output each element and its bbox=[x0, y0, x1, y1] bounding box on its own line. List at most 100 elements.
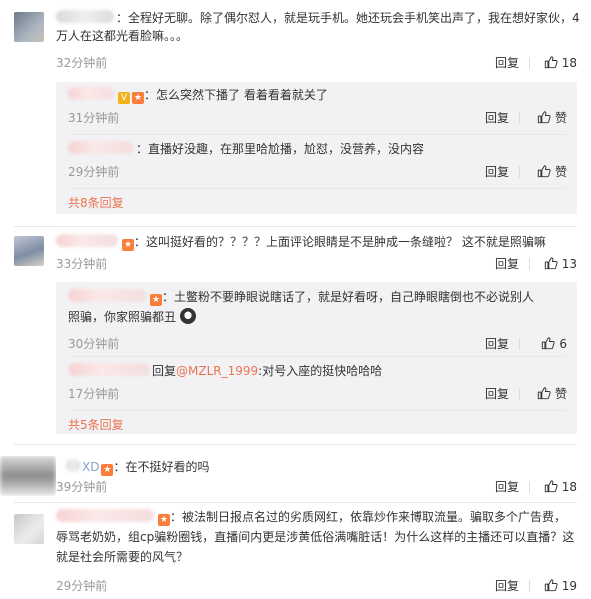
comment-divider bbox=[14, 502, 577, 503]
reply-item: ：直播好没趣，在那里哈尬播，尬怼，没营养，没内容 29分钟前 回复 赞 bbox=[68, 140, 567, 188]
divider bbox=[529, 481, 530, 493]
avatar[interactable] bbox=[14, 236, 44, 266]
username-blur bbox=[66, 459, 80, 472]
reply-button[interactable]: 回复 bbox=[495, 255, 519, 273]
thumbs-up-icon bbox=[537, 164, 551, 178]
reply-text: ★ ：土鳖粉不要睁眼说瞎话了，就是好看呀，自己睁眼瞎倒也不必说别人 bbox=[68, 288, 567, 306]
comment-meta: 33分钟前 回复 13 bbox=[56, 255, 577, 273]
avatar[interactable] bbox=[0, 456, 56, 496]
comment-text: ★ ：被法制日报点名过的劣质网红，依靠炒作来博取流量。骗取多个广告费， bbox=[56, 508, 577, 526]
divider bbox=[529, 57, 530, 69]
thumbs-up-icon bbox=[544, 479, 558, 493]
reply-meta: 31分钟前 回复 赞 bbox=[68, 109, 567, 127]
mention-link[interactable]: @MZLR_1999 bbox=[176, 364, 258, 378]
reply-text: 回复@MZLR_1999:对号入座的挺快哈哈哈 bbox=[68, 362, 567, 380]
more-replies-link[interactable]: 共8条回复 bbox=[68, 194, 124, 212]
like-button[interactable]: 赞 bbox=[537, 163, 567, 181]
timestamp: 29分钟前 bbox=[68, 165, 120, 179]
verified-badge-icon: V bbox=[118, 92, 130, 104]
reply-meta: 17分钟前 回复 赞 bbox=[68, 385, 567, 403]
like-label: 赞 bbox=[554, 111, 567, 125]
reply-meta: 29分钟前 回复 赞 bbox=[68, 163, 567, 181]
emoji-icon bbox=[179, 308, 196, 324]
replies-box: ★ ：土鳖粉不要睁眼说瞎话了，就是好看呀，自己睁眼瞎倒也不必说别人 照骗，你家照骗… bbox=[56, 282, 577, 434]
like-button[interactable]: 赞 bbox=[537, 385, 567, 403]
username[interactable] bbox=[68, 289, 146, 302]
member-badge-icon: ★ bbox=[150, 294, 162, 306]
reply-button[interactable]: 回复 bbox=[495, 54, 519, 72]
like-button[interactable]: 19 bbox=[544, 577, 577, 595]
thumbs-up-icon bbox=[537, 386, 551, 400]
timestamp: 30分钟前 bbox=[68, 337, 120, 351]
reply-divider bbox=[68, 134, 567, 135]
username[interactable] bbox=[68, 87, 114, 100]
more-replies-link[interactable]: 共5条回复 bbox=[68, 416, 124, 434]
divider bbox=[519, 166, 520, 178]
comment-divider bbox=[14, 444, 577, 445]
like-count: 6 bbox=[559, 337, 567, 351]
avatar[interactable] bbox=[14, 12, 44, 42]
like-count: 18 bbox=[561, 480, 577, 494]
username[interactable] bbox=[68, 363, 150, 376]
comment-text-line2: 万人在这都光看脸嘛。。。 bbox=[56, 29, 189, 43]
username[interactable] bbox=[56, 10, 114, 23]
timestamp: 32分钟前 bbox=[56, 56, 108, 70]
reply-divider bbox=[68, 356, 567, 357]
reply-text: ：直播好没趣，在那里哈尬播，尬怼，没营养，没内容 bbox=[68, 140, 567, 158]
reply-text: V ★ ：怎么突然下播了 看着看着就关了 bbox=[68, 86, 567, 104]
comment-text: XD ★ ：在不挺好看的吗 bbox=[66, 458, 577, 476]
reply-button[interactable]: 回复 bbox=[495, 577, 519, 595]
like-label: 赞 bbox=[554, 165, 567, 179]
timestamp: 17分钟前 bbox=[68, 387, 120, 401]
member-badge-icon: ★ bbox=[158, 514, 170, 526]
divider bbox=[529, 258, 530, 270]
comment-meta: 29分钟前 回复 19 bbox=[56, 577, 577, 595]
thumbs-up-icon bbox=[537, 110, 551, 124]
username[interactable] bbox=[68, 141, 134, 154]
member-badge-icon: ★ bbox=[101, 464, 114, 476]
reply-button[interactable]: 回复 bbox=[485, 385, 509, 403]
like-button[interactable]: 6 bbox=[541, 335, 567, 353]
comment-meta: 32分钟前 回复 18 bbox=[56, 54, 577, 72]
like-button[interactable]: 18 bbox=[544, 478, 577, 496]
thumbs-up-icon bbox=[544, 578, 558, 592]
reply-item: ★ ：土鳖粉不要睁眼说瞎话了，就是好看呀，自己睁眼瞎倒也不必说别人 照骗，你家照骗… bbox=[68, 288, 567, 354]
like-count: 19 bbox=[561, 579, 577, 593]
divider bbox=[519, 338, 520, 350]
username[interactable] bbox=[56, 234, 118, 247]
member-badge-icon: ★ bbox=[132, 92, 144, 104]
timestamp: 31分钟前 bbox=[68, 111, 120, 125]
like-count: 13 bbox=[561, 257, 577, 271]
comment-text: ：全程好无聊。除了偶尔怼人，就是玩手机。她还玩会手机笑出声了，我在想好家伙，4 bbox=[56, 9, 580, 27]
reply-text-line2: 照骗，你家照骗都丑 bbox=[68, 308, 567, 326]
comment-text-line3: 就是社会所需要的风气？ bbox=[56, 550, 189, 564]
avatar[interactable] bbox=[14, 514, 44, 544]
like-button[interactable]: 赞 bbox=[537, 109, 567, 127]
reply-item: 回复@MZLR_1999:对号入座的挺快哈哈哈 17分钟前 回复 赞 bbox=[68, 362, 567, 410]
username[interactable] bbox=[56, 509, 154, 522]
timestamp: 39分钟前 bbox=[56, 480, 108, 494]
reply-divider bbox=[68, 410, 567, 411]
comment-divider bbox=[14, 226, 577, 227]
divider bbox=[519, 112, 520, 124]
thumbs-up-icon bbox=[544, 256, 558, 270]
like-button[interactable]: 18 bbox=[544, 54, 577, 72]
timestamp: 33分钟前 bbox=[56, 257, 108, 271]
replies-box: V ★ ：怎么突然下播了 看着看着就关了 31分钟前 回复 赞 ：直播好没趣，在那里… bbox=[56, 82, 577, 214]
comment-meta: 39分钟前 回复 18 bbox=[56, 478, 577, 496]
reply-button[interactable]: 回复 bbox=[485, 335, 509, 353]
member-badge-icon: ★ bbox=[122, 239, 134, 251]
reply-button[interactable]: 回复 bbox=[485, 109, 509, 127]
comment-text-line2: 辱骂老奶奶，组cp骗粉圈钱，直播间内更是涉黄低俗满嘴脏话！为什么这样的主播还可以… bbox=[56, 530, 575, 544]
thumbs-up-icon bbox=[544, 55, 558, 69]
reply-button[interactable]: 回复 bbox=[495, 478, 519, 496]
reply-meta: 30分钟前 回复 6 bbox=[68, 335, 567, 353]
like-button[interactable]: 13 bbox=[544, 255, 577, 273]
comment-text: ★ ：这叫挺好看的？？？？上面评论眼睛是不是肿成一条缝啦？ 这不就是照骗嘛 bbox=[56, 233, 577, 251]
like-label: 赞 bbox=[554, 387, 567, 401]
username[interactable]: XD bbox=[82, 460, 99, 474]
reply-item: V ★ ：怎么突然下播了 看着看着就关了 31分钟前 回复 赞 bbox=[68, 86, 567, 134]
reply-divider bbox=[68, 188, 567, 189]
reply-button[interactable]: 回复 bbox=[485, 163, 509, 181]
divider bbox=[529, 580, 530, 592]
